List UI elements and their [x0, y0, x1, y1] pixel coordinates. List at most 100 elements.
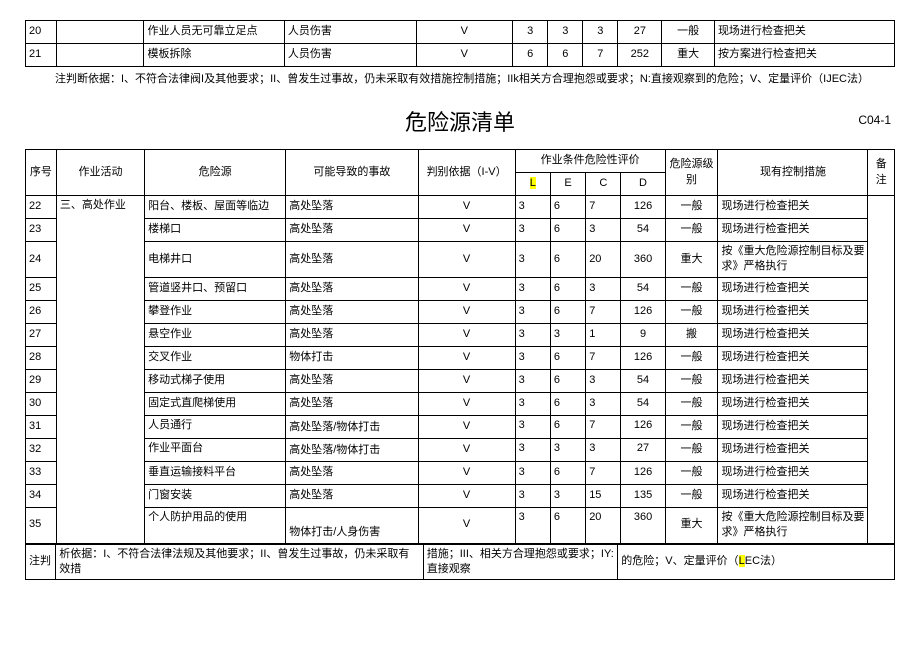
cell-ctrl: 现场进行检查把关: [718, 392, 868, 415]
cell-d: 54: [621, 277, 665, 300]
cell-ctrl: 现场进行检查把关: [718, 300, 868, 323]
col-ctrl: 现有控制措施: [718, 150, 868, 196]
cell-basis: V: [418, 300, 515, 323]
cell-ctrl: 按方案进行检查把关: [714, 44, 894, 67]
cell-haz: 作业人员无可靠立足点: [144, 21, 284, 44]
cell-e: 3: [550, 438, 585, 461]
cell-acc: 物体打击: [286, 346, 418, 369]
cell-acc: 高处坠落/物体打击: [286, 415, 418, 438]
table-row: 32作业平面台高处坠落/物体打击V33327一般现场进行检查把关: [26, 438, 895, 461]
cell-e: 6: [550, 242, 585, 278]
table-row: 34门窗安装高处坠落V3315135一般现场进行检查把关: [26, 484, 895, 507]
cell-haz: 个人防护用品的使用: [145, 507, 286, 543]
cell-l: 3: [515, 323, 550, 346]
table-row: 24电梯井口高处坠落V3620360重大按《重大危险源控制目标及要求》严格执行: [26, 242, 895, 278]
cell-haz: 电梯井口: [145, 242, 286, 278]
cell-basis: V: [418, 392, 515, 415]
cell-acc: 高处坠落: [286, 300, 418, 323]
cell-e: 6: [550, 277, 585, 300]
cell-ctrl: 现场进行检查把关: [718, 415, 868, 438]
cell-haz: 阳台、楼板、屋面等临边: [145, 196, 286, 219]
cell-haz: 固定式直爬梯使用: [145, 392, 286, 415]
cell-seq: 20: [26, 21, 57, 44]
cell-acc: 高处坠落: [286, 323, 418, 346]
cell-d: 54: [621, 219, 665, 242]
cell-l: 3: [515, 277, 550, 300]
cell-basis: V: [418, 242, 515, 278]
cell-level: 一般: [665, 392, 718, 415]
cell-acc: 高处坠落: [286, 277, 418, 300]
note-p3: 措施；III、相关方合理抱怨或要求；IY:直接观察: [423, 544, 618, 580]
cell-haz: 交叉作业: [145, 346, 286, 369]
table-row: 27悬空作业高处坠落V3319搬现场进行检查把关: [26, 323, 895, 346]
table-row: 35个人防护用品的使用物体打击/人身伤害V3620360重大按《重大危险源控制目…: [26, 507, 895, 543]
cell-c: 20: [586, 507, 621, 543]
cell-basis: V: [418, 346, 515, 369]
cell-acc: 人员伤害: [284, 44, 416, 67]
table-row: 30固定式直爬梯使用高处坠落V36354一般现场进行检查把关: [26, 392, 895, 415]
cell-l: 6: [513, 44, 548, 67]
cell-acc: 高处坠落: [286, 484, 418, 507]
cell-l: 3: [515, 507, 550, 543]
cell-c: 3: [583, 21, 618, 44]
cell-ctrl: 现场进行检查把关: [718, 369, 868, 392]
cell-c: 3: [586, 219, 621, 242]
cell-c: 15: [586, 484, 621, 507]
cell-c: 3: [586, 438, 621, 461]
cell-ctrl: 现场进行检查把关: [718, 277, 868, 300]
cell-d: 360: [621, 242, 665, 278]
cell-e: 6: [550, 219, 585, 242]
col-e: E: [550, 173, 585, 196]
table-row: 23楼梯口高处坠落V36354一般现场进行检查把关: [26, 219, 895, 242]
cell-ctrl: 按《重大危险源控制目标及要求》严格执行: [718, 507, 868, 543]
cell-d: 54: [621, 369, 665, 392]
cell-haz: 攀登作业: [145, 300, 286, 323]
cell-basis: V: [418, 438, 515, 461]
cell-acc: 高处坠落: [286, 392, 418, 415]
cell-seq: 30: [26, 392, 57, 415]
cell-level: 一般: [665, 484, 718, 507]
cell-c: 7: [586, 300, 621, 323]
cell-c: 3: [586, 369, 621, 392]
table-row: 31人员通行高处坠落/物体打击V367126一般现场进行检查把关: [26, 415, 895, 438]
cell-basis: V: [418, 277, 515, 300]
note-p5: 的危险；V、定量评价（LEC法）: [618, 544, 895, 580]
cell-c: 7: [586, 346, 621, 369]
cell-d: 126: [621, 300, 665, 323]
cell-d: 126: [621, 461, 665, 484]
cell-l: 3: [515, 219, 550, 242]
cell-level: 重大: [662, 44, 715, 67]
cell-acc: 高处坠落/物体打击: [286, 438, 418, 461]
cell-basis: V: [418, 323, 515, 346]
cell-level: 一般: [665, 369, 718, 392]
cell-l: 3: [515, 392, 550, 415]
cell-haz: 管道竖井口、预留口: [145, 277, 286, 300]
top-table: 20作业人员无可靠立足点人员伤害V33327一般现场进行检查把关21模板拆除人员…: [25, 20, 895, 67]
cell-ctrl: 现场进行检查把关: [718, 484, 868, 507]
cell-seq: 21: [26, 44, 57, 67]
table-row: 25管道竖井口、预留口高处坠落V36354一般现场进行检查把关: [26, 277, 895, 300]
cell-act: 三、高处作业: [56, 196, 144, 544]
cell-seq: 27: [26, 323, 57, 346]
cell-act: [56, 44, 144, 67]
cell-ctrl: 现场进行检查把关: [718, 438, 868, 461]
table-row: 29移动式梯子使用高处坠落V36354一般现场进行检查把关: [26, 369, 895, 392]
hazard-table: 序号 作业活动 危险源 可能导致的事故 判别依据（I-V） 作业条件危险性评价 …: [25, 149, 895, 544]
cell-c: 7: [586, 461, 621, 484]
cell-seq: 24: [26, 242, 57, 278]
cell-acc: 物体打击/人身伤害: [286, 507, 418, 543]
cell-level: 一般: [665, 277, 718, 300]
cell-basis: V: [416, 44, 513, 67]
cell-seq: 25: [26, 277, 57, 300]
cell-level: 一般: [665, 461, 718, 484]
cell-ctrl: 现场进行检查把关: [718, 196, 868, 219]
cell-d: 9: [621, 323, 665, 346]
cell-seq: 28: [26, 346, 57, 369]
header-row-1: 序号 作业活动 危险源 可能导致的事故 判别依据（I-V） 作业条件危险性评价 …: [26, 150, 895, 173]
cell-c: 7: [583, 44, 618, 67]
cell-acc: 高处坠落: [286, 242, 418, 278]
cell-l: 3: [515, 369, 550, 392]
col-act: 作业活动: [56, 150, 144, 196]
col-seq: 序号: [26, 150, 57, 196]
cell-haz: 楼梯口: [145, 219, 286, 242]
